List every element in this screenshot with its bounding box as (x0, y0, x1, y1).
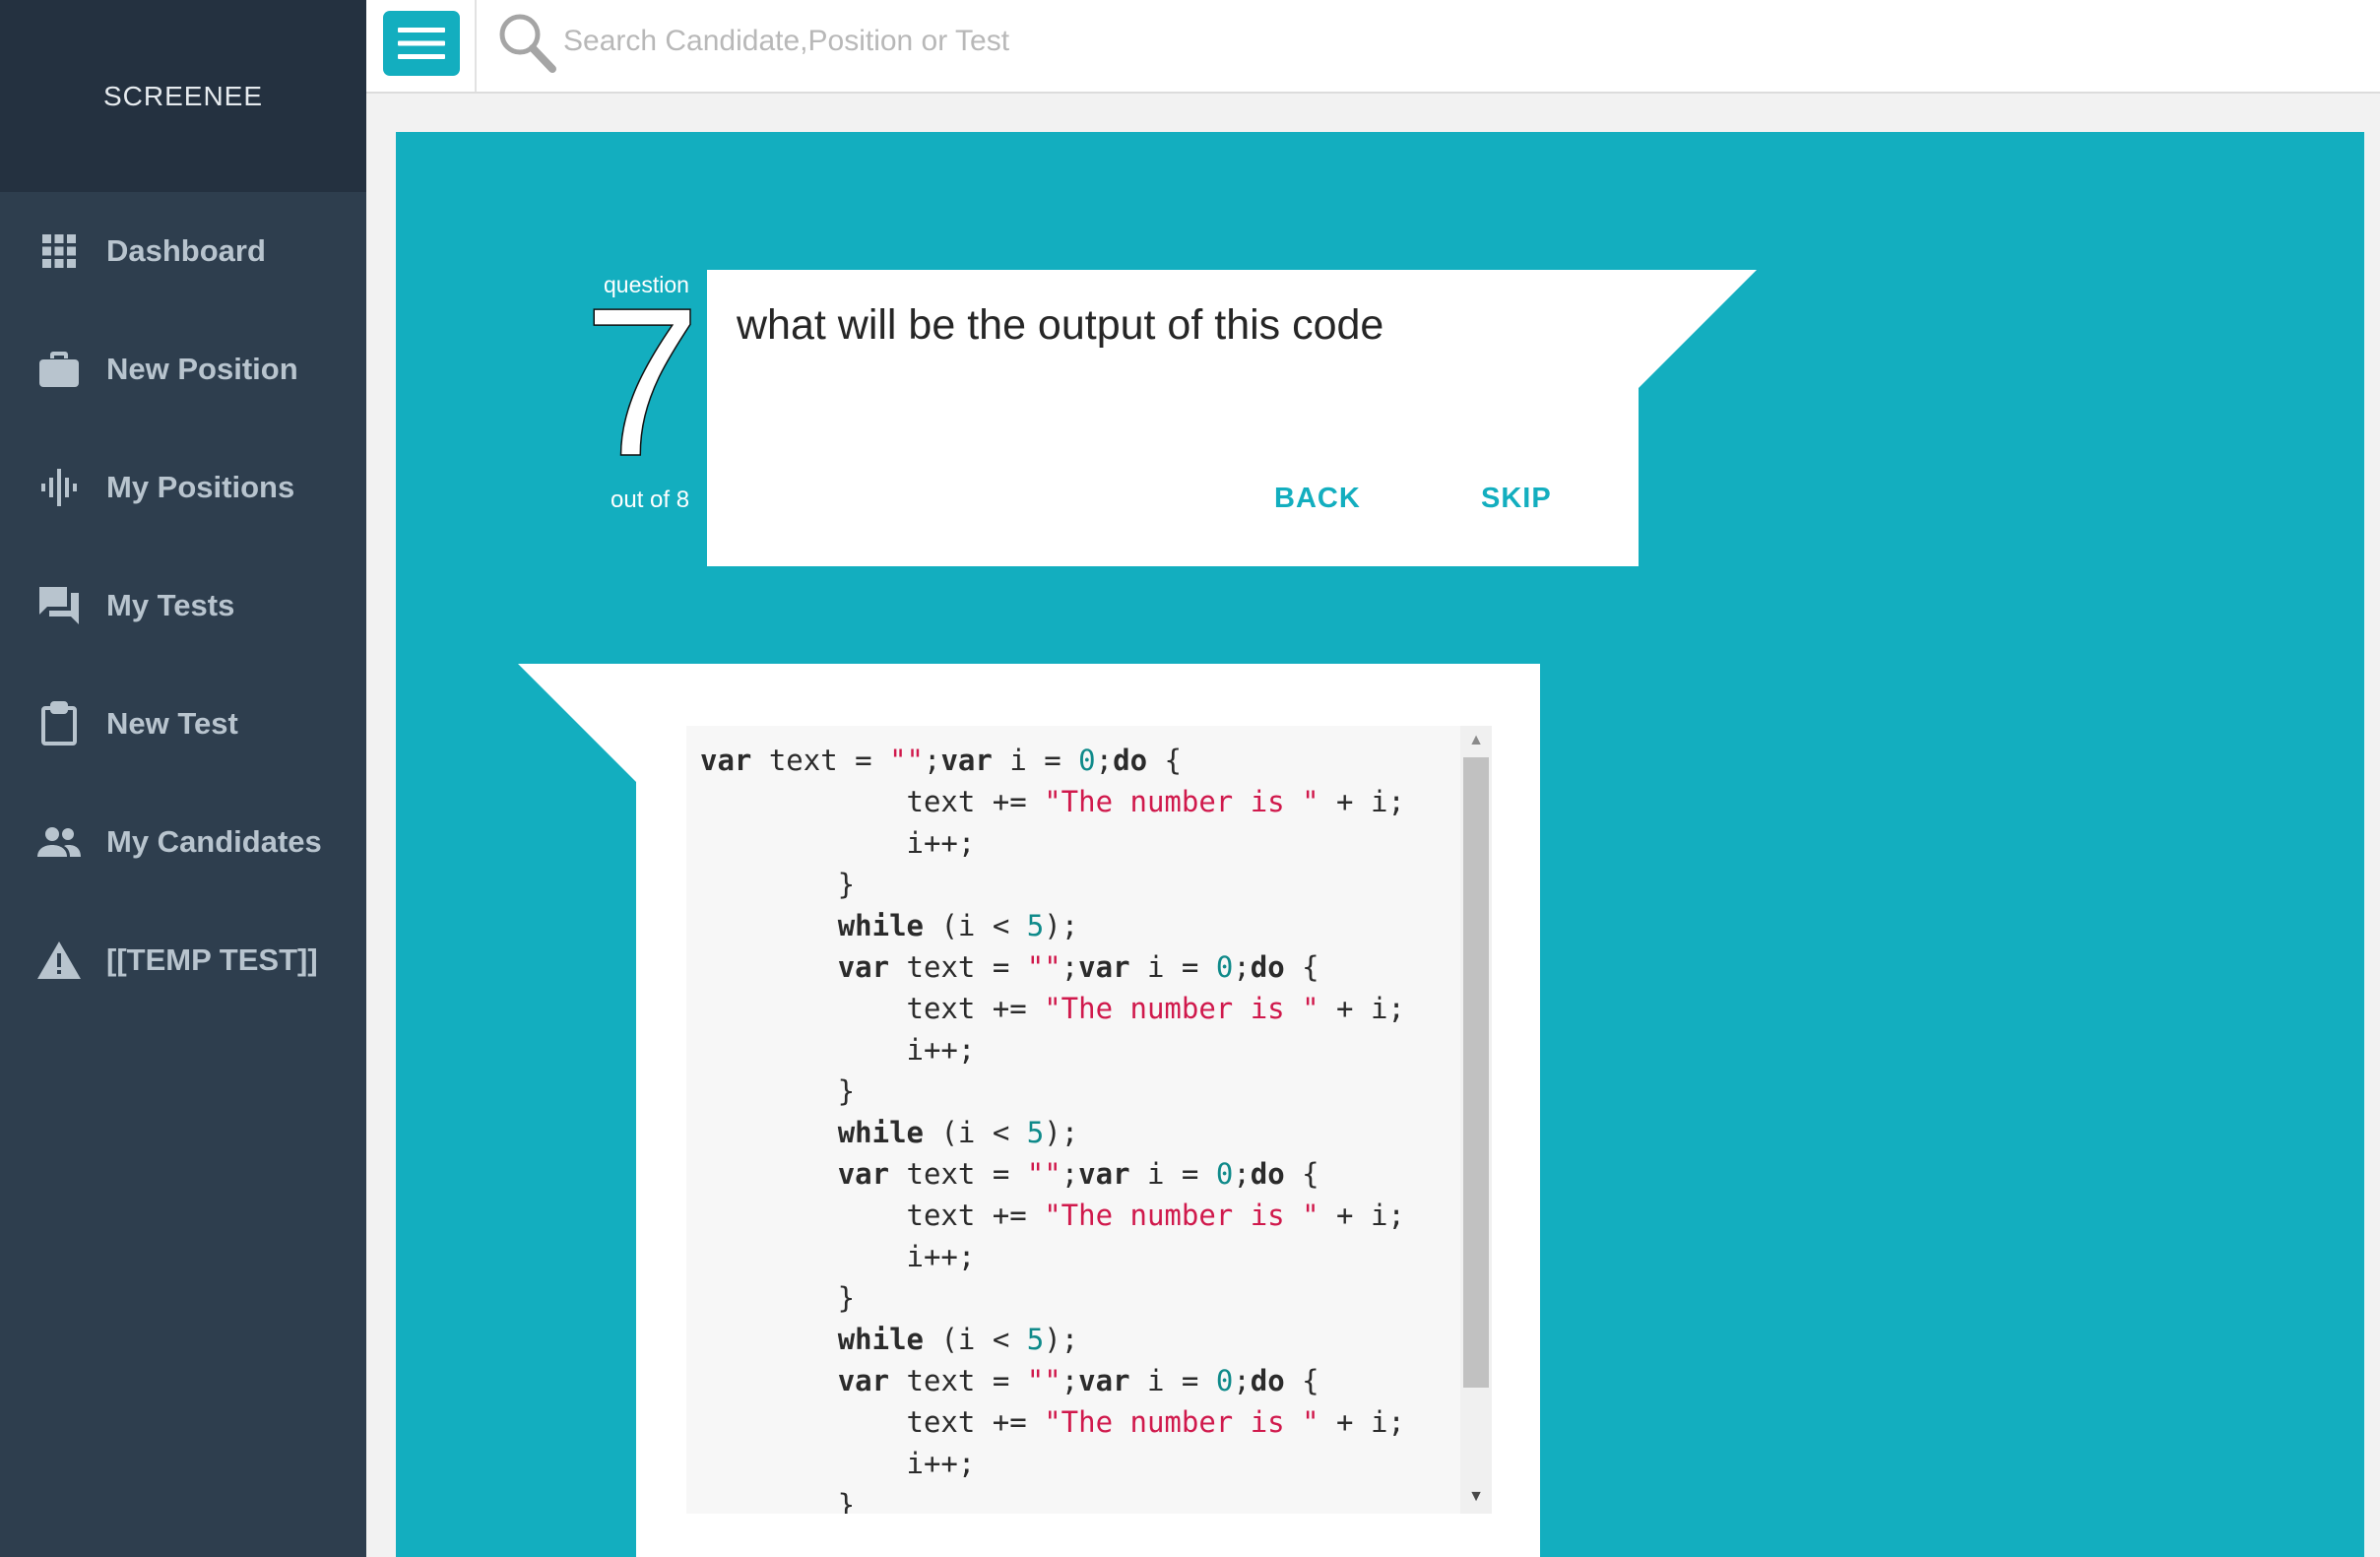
code-line: while (i < 5); (837, 909, 1079, 942)
code-line: text += "The number is " + i; (700, 992, 1405, 1025)
sidebar-item-new-test[interactable]: New Test (0, 684, 366, 763)
code-line: i++; (700, 1240, 976, 1273)
scroll-thumb[interactable] (1463, 757, 1489, 1388)
code-line: while (i < 5); (837, 1323, 1079, 1356)
code-line: i++; (700, 1033, 976, 1067)
question-total: out of 8 (611, 487, 690, 513)
code-line: } (700, 1281, 856, 1315)
scroll-down-arrow-icon[interactable]: ▼ (1460, 1488, 1492, 1508)
code-line: text += "The number is " + i; (700, 785, 1405, 818)
code-line: } (700, 868, 856, 901)
code-line: var text = "";var i = 0;do { (837, 950, 1319, 984)
code-text: var text = "";var i = 0;do { text += "Th… (700, 740, 1405, 1514)
sidebar-item-new-position[interactable]: New Position (0, 330, 366, 409)
people-icon (35, 818, 83, 866)
question-number: 7 (591, 295, 699, 473)
top-bar (366, 0, 2380, 94)
warning-icon (35, 937, 83, 984)
sidebar-item-label: My Candidates (106, 824, 322, 859)
sidebar-item-label: My Tests (106, 588, 235, 622)
code-line: } (700, 1488, 856, 1514)
code-block[interactable]: var text = "";var i = 0;do { text += "Th… (686, 726, 1460, 1514)
code-line: } (700, 1074, 856, 1108)
sidebar-item-dashboard[interactable]: Dashboard (0, 212, 366, 291)
skip-button[interactable]: SKIP (1481, 483, 1552, 515)
sidebar-item-my-candidates[interactable]: My Candidates (0, 803, 366, 881)
code-line: var text = "";var i = 0;do { (837, 1364, 1319, 1397)
menu-button[interactable] (383, 11, 460, 76)
sidebar: SCREENEE Dashboard New Position My Posit… (0, 0, 366, 1557)
code-line: while (i < 5); (837, 1116, 1079, 1149)
sidebar-item-label: New Position (106, 352, 298, 386)
divider (475, 0, 477, 92)
code-line: var text = "";var i = 0;do { (837, 1157, 1319, 1191)
sidebar-item-label: My Positions (106, 470, 295, 504)
chat-bubbles-icon (35, 582, 83, 629)
scroll-up-arrow-icon[interactable]: ▲ (1460, 732, 1492, 751)
code-line: i++; (700, 826, 976, 860)
search-icon[interactable] (497, 12, 556, 78)
hamburger-menu-icon (398, 28, 445, 59)
sidebar-item-label: Dashboard (106, 233, 266, 268)
code-scrollbar[interactable]: ▲ ▼ (1460, 726, 1492, 1514)
question-label: question (604, 272, 689, 297)
briefcase-icon (35, 346, 83, 393)
sidebar-item-my-tests[interactable]: My Tests (0, 566, 366, 645)
clipboard-icon (35, 700, 83, 747)
sidebar-item-label: [[TEMP TEST]] (106, 942, 318, 977)
grid-icon (35, 227, 83, 275)
code-line: var text = "";var i = 0;do { (700, 744, 1182, 777)
code-line: text += "The number is " + i; (700, 1405, 1405, 1439)
sidebar-item-temp-test[interactable]: [[TEMP TEST]] (0, 921, 366, 1000)
brand-logo[interactable]: SCREENEE (0, 0, 366, 192)
sidebar-item-my-positions[interactable]: My Positions (0, 448, 366, 527)
brand-name: SCREENEE (102, 80, 264, 111)
code-line: text += "The number is " + i; (700, 1199, 1405, 1232)
waveform-icon (35, 464, 83, 511)
back-button[interactable]: BACK (1274, 483, 1361, 515)
question-text: what will be the output of this code (737, 301, 1384, 349)
question-number-value: 7 (591, 295, 699, 473)
sidebar-item-label: New Test (106, 706, 238, 741)
code-line: i++; (700, 1447, 976, 1480)
search-input[interactable] (561, 14, 1747, 69)
